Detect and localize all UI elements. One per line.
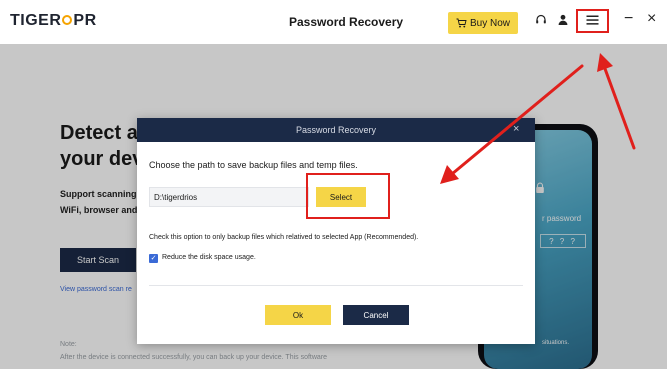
app-title: Password Recovery <box>289 15 404 29</box>
close-icon: × <box>513 123 520 135</box>
checkbox-checked-icon: ✓ <box>150 255 157 262</box>
backup-option-description: Check this option to only backup files w… <box>149 234 419 241</box>
menu-annotation-box <box>576 9 609 33</box>
app-logo: TIGER PR <box>10 12 97 30</box>
account-button[interactable] <box>558 14 568 29</box>
logo-o-icon <box>62 15 73 25</box>
minimize-button[interactable]: − <box>624 10 633 28</box>
user-icon <box>558 14 568 25</box>
cart-icon <box>456 18 467 28</box>
headset-icon <box>536 14 546 24</box>
logo-text-after: PR <box>73 12 97 29</box>
title-bar: TIGER PR Password Recovery Buy Now − × <box>0 0 667 44</box>
buy-now-button[interactable]: Buy Now <box>448 12 518 34</box>
reduce-disk-space-checkbox[interactable]: ✓ <box>149 254 158 263</box>
close-icon: × <box>647 10 657 27</box>
minimize-icon: − <box>624 10 634 27</box>
cancel-button[interactable]: Cancel <box>343 305 409 325</box>
ok-button[interactable]: Ok <box>265 305 331 325</box>
choose-path-text: Choose the path to save backup files and… <box>149 160 358 170</box>
dialog-title: Password Recovery <box>295 125 377 135</box>
dialog-header: Password Recovery × <box>137 118 535 142</box>
buy-now-label: Buy Now <box>469 17 510 29</box>
reduce-disk-space-label: Reduce the disk space usage. <box>162 254 256 261</box>
dialog-close-button[interactable]: × <box>513 123 519 135</box>
dialog-divider <box>149 285 523 286</box>
support-button[interactable] <box>535 14 547 29</box>
backup-path-input[interactable] <box>149 187 309 207</box>
select-annotation-box <box>306 173 390 219</box>
logo-text-before: TIGER <box>10 12 62 29</box>
close-window-button[interactable]: × <box>647 10 656 28</box>
password-recovery-dialog: Password Recovery × Choose the path to s… <box>137 118 535 344</box>
